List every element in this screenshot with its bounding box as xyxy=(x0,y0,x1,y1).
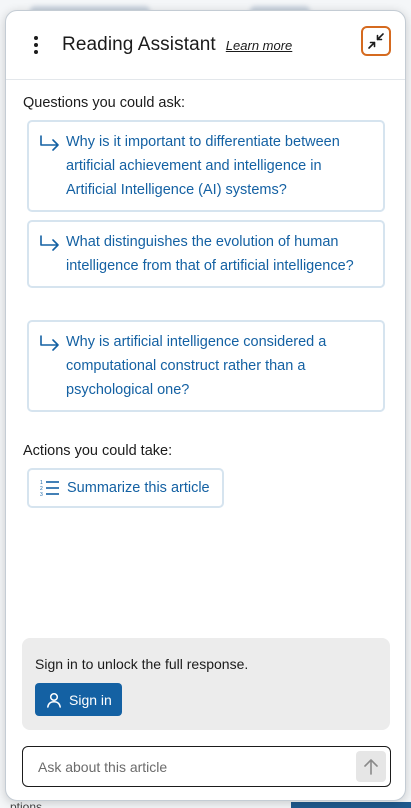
learn-more-link[interactable]: Learn more xyxy=(226,38,292,53)
panel-title: Reading Assistant xyxy=(62,34,216,55)
signin-card: Sign in to unlock the full response. Sig… xyxy=(22,638,390,730)
reading-assistant-panel: Reading Assistant Learn more Questions y… xyxy=(5,10,406,801)
return-arrow-icon xyxy=(40,335,59,351)
suggested-question-text: Why is artificial intelligence considere… xyxy=(66,334,327,398)
collapse-button[interactable] xyxy=(361,26,391,56)
signin-message: Sign in to unlock the full response. xyxy=(35,656,249,672)
suggested-question-3[interactable]: Why is artificial intelligence considere… xyxy=(27,320,385,412)
questions-heading: Questions you could ask: xyxy=(23,95,186,111)
return-arrow-icon xyxy=(40,135,59,151)
return-arrow-icon xyxy=(40,235,59,251)
background-bottom-bar xyxy=(291,802,411,808)
actions-heading: Actions you could take: xyxy=(23,443,173,459)
ask-article-input[interactable] xyxy=(36,757,356,776)
kebab-menu-icon[interactable] xyxy=(24,31,48,59)
signin-button-label: Sign in xyxy=(69,691,112,708)
user-icon xyxy=(47,692,61,708)
suggested-question-1[interactable]: Why is it important to differentiate bet… xyxy=(27,120,385,212)
suggested-question-text: What distinguishes the evolution of huma… xyxy=(66,234,354,274)
background-footer-text: ptions xyxy=(10,800,43,808)
numbered-list-icon: 1 2 3 xyxy=(40,480,59,497)
arrow-up-icon xyxy=(364,758,378,775)
collapse-arrows-icon xyxy=(368,33,384,49)
send-button[interactable] xyxy=(356,751,386,782)
summarize-article-label: Summarize this article xyxy=(67,480,210,496)
panel-header: Reading Assistant Learn more xyxy=(6,11,405,80)
signin-button[interactable]: Sign in xyxy=(35,683,122,716)
ask-article-box xyxy=(22,746,391,787)
svg-text:3: 3 xyxy=(40,492,43,497)
suggested-question-text: Why is it important to differentiate bet… xyxy=(66,134,340,198)
suggested-question-2[interactable]: What distinguishes the evolution of huma… xyxy=(27,220,385,288)
summarize-article-button[interactable]: 1 2 3 Summarize this article xyxy=(27,468,224,508)
